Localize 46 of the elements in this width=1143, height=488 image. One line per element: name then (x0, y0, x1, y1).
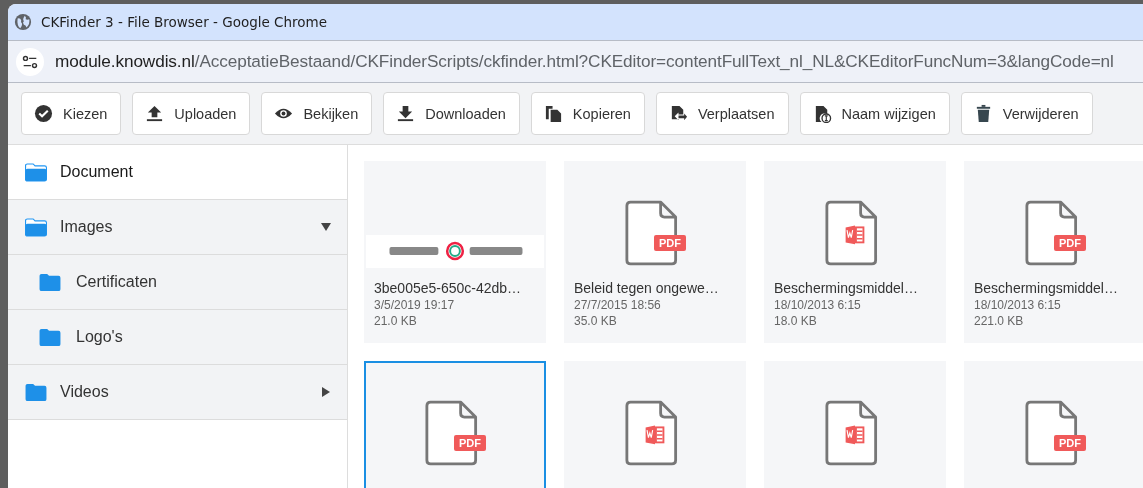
file-type-label: PDF (454, 435, 486, 451)
window-title: CKFinder 3 - File Browser - Google Chrome (41, 14, 328, 30)
file-size: 221.0 KB (973, 313, 1025, 328)
toolbar-button[interactable]: Kopieren (530, 92, 645, 135)
toolbar-button[interactable]: Verwijderen (960, 92, 1093, 135)
file-size: 35.0 KB (573, 313, 618, 328)
file-card[interactable]: 3be005e5-650c-42db… 3/5/2019 19:17 21.0 KB (364, 161, 546, 343)
file-date: 27/7/2015 18:56 (573, 297, 662, 312)
file-size: 21.0 KB (373, 313, 418, 328)
file-date: 18/10/2013 6:15 (773, 297, 862, 312)
file-name: Beschermingsmiddel… (773, 279, 919, 296)
copy-icon (543, 104, 563, 123)
file-type-label: PDF (654, 235, 686, 251)
toolbar-button[interactable]: Kiezen (21, 92, 122, 135)
file-size: 18.0 KB (773, 313, 818, 328)
open-folder-icon (24, 217, 48, 237)
download-icon (396, 104, 416, 123)
file-name: Beschermingsmiddel… (973, 279, 1119, 296)
toolbar-button[interactable]: Downloaden (383, 92, 520, 135)
file-card[interactable]: PDF Beleid tegen ongewe… 27/7/2015 18:56 35.0 KB (564, 161, 746, 343)
upload-icon (145, 104, 165, 123)
file-date: 3/5/2019 19:17 (373, 297, 456, 312)
site-settings-icon[interactable] (16, 47, 44, 76)
file-type-label: PDF (1054, 235, 1086, 251)
toolbar-button[interactable]: Bekijken (261, 92, 373, 135)
folder-item[interactable]: Videos (8, 365, 347, 420)
file-date: 18/10/2013 6:15 (973, 297, 1062, 312)
toolbar-button[interactable]: Verplaatsen (655, 92, 789, 135)
folder-item[interactable]: Certificaten (8, 255, 347, 310)
file-type-label: PDF (1054, 435, 1086, 451)
expand-arrow-icon[interactable] (321, 387, 331, 397)
toolbar-button[interactable]: Uploaden (132, 92, 251, 135)
file-name: 3be005e5-650c-42db… (373, 279, 523, 296)
file-card[interactable]: PDF Beschermingsmiddel… 18/10/2013 6:15 221.0 KB (964, 161, 1143, 343)
file-name: Beleid tegen ongewe… (573, 279, 720, 296)
folder-item[interactable]: Images (8, 200, 347, 255)
globe-icon (14, 13, 32, 31)
folder-item[interactable]: Logo's (8, 310, 347, 365)
open-folder-icon (24, 162, 48, 182)
toolbar-button[interactable]: Naam wijzigen (799, 92, 950, 135)
collapse-arrow-icon[interactable] (321, 222, 331, 232)
check-circle-icon (34, 104, 53, 123)
folder-icon (24, 382, 48, 402)
file-card[interactable]: Beschermingsmiddel… 18/10/2013 6:15 18.0 KB (764, 161, 946, 343)
folder-icon (38, 327, 62, 347)
folder-icon (38, 272, 62, 292)
